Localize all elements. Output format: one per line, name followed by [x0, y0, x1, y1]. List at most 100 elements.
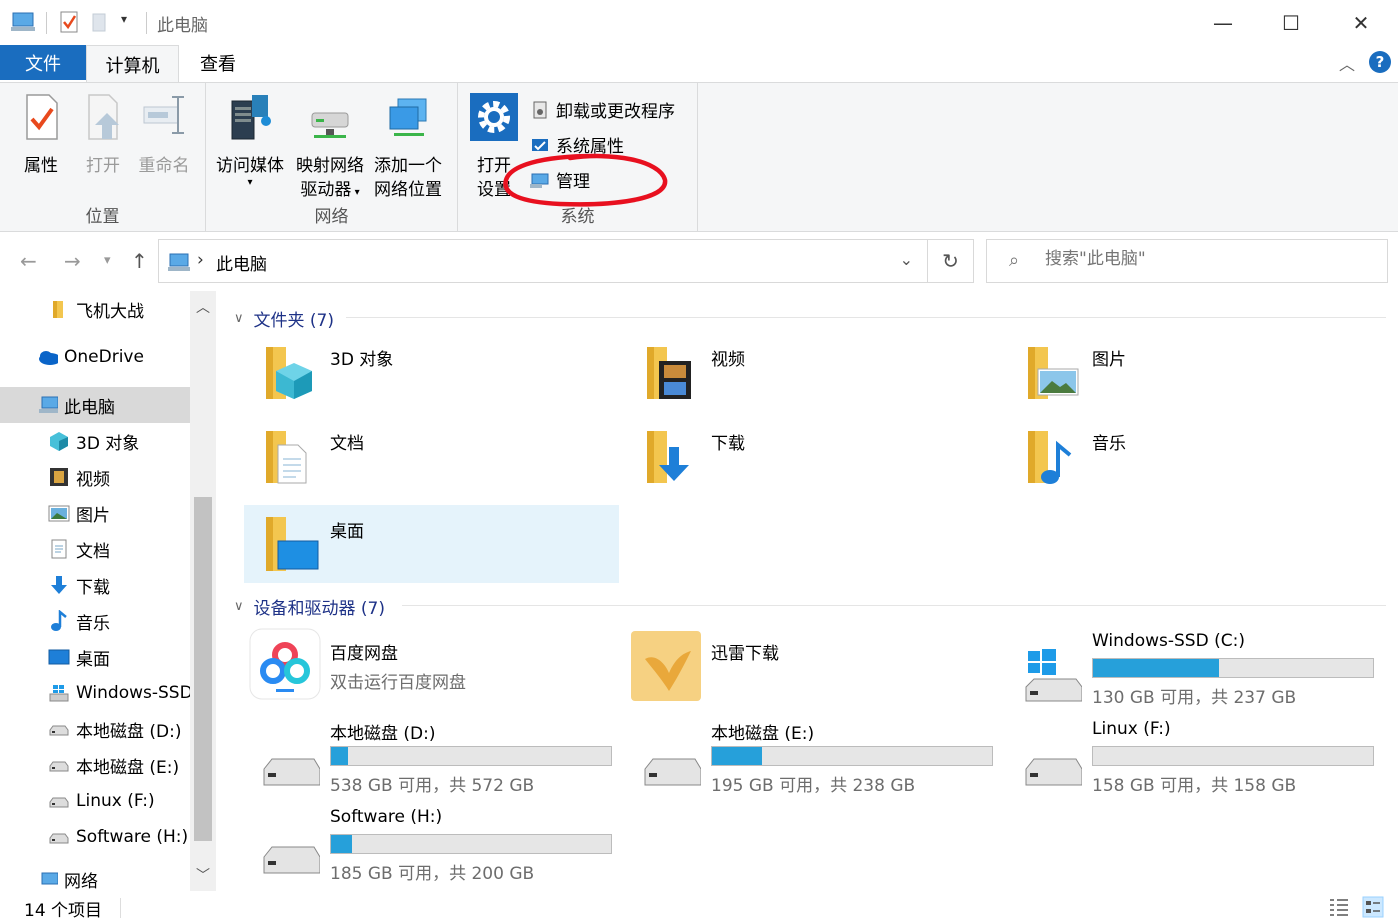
drive-tile-f[interactable]: Linux (F:) 158 GB 可用，共 158 GB [1006, 717, 1381, 796]
ribbon-group-network: 访问媒体 ▾ 映射网络 驱动器 ▾ 添加一个 网络位置 网络 [206, 83, 458, 231]
ribbon-group-location: 属性 打开 重命名 位置 [0, 83, 206, 231]
window-title: 此电脑 [157, 16, 208, 36]
this-pc-icon [39, 396, 58, 413]
drive-icon [263, 846, 320, 874]
help-button[interactable]: ? [1369, 51, 1391, 73]
back-arrow-icon[interactable]: ← [20, 249, 37, 273]
breadcrumb-chevron-icon[interactable]: › [197, 250, 204, 270]
network-drive-icon [311, 112, 349, 138]
rename-button[interactable]: 重命名 [134, 91, 194, 178]
windows-drive-icon [49, 685, 69, 702]
tab-computer[interactable]: 计算机 [86, 45, 179, 83]
sidebar-item-documents[interactable]: 文档 [0, 531, 190, 567]
drive-tile-d[interactable]: 本地磁盘 (D:) 538 GB 可用，共 572 GB [244, 717, 619, 796]
system-properties-button[interactable]: 系统属性 [530, 132, 624, 157]
uninstall-programs-button[interactable]: 卸载或更改程序 [530, 97, 675, 122]
sidebar-item-drive-f[interactable]: Linux (F:) [0, 783, 190, 819]
ribbon: 属性 打开 重命名 位置 访问媒体 ▾ 映射网络 驱动器 ▾ 添加一个 网络位置… [0, 82, 1398, 232]
sidebar-item-network[interactable]: 网络 [0, 867, 190, 891]
search-box[interactable]: ⌕ [986, 239, 1388, 283]
ribbon-group-label: 系统 [560, 207, 595, 227]
folder-tile-desktop[interactable]: 桌面 [244, 505, 619, 583]
sidebar-item-this-pc[interactable]: 此电脑 [0, 387, 190, 423]
add-network-location-icon [389, 98, 427, 136]
rename-icon [143, 96, 184, 134]
minimize-button[interactable]: — [1188, 0, 1258, 45]
sidebar-item-onedrive[interactable]: OneDrive [0, 339, 190, 375]
drive-tile-e[interactable]: 本地磁盘 (E:) 195 GB 可用，共 238 GB [625, 717, 1000, 796]
tiles-view-icon[interactable] [1362, 896, 1384, 918]
open-button[interactable]: 打开 [76, 91, 130, 178]
3d-objects-folder-icon [266, 347, 312, 399]
close-button[interactable]: ✕ [1326, 0, 1396, 45]
drive-icon [49, 761, 69, 772]
scrollbar-thumb[interactable] [194, 497, 212, 841]
scroll-down-icon[interactable]: ﹀ [190, 865, 216, 885]
pictures-icon [48, 505, 70, 522]
media-server-icon [231, 95, 271, 140]
folder-tile-3d-objects[interactable]: 3D 对象 [244, 333, 619, 411]
sidebar-item-windows-ssd[interactable]: Windows-SSD [0, 675, 190, 711]
up-arrow-icon[interactable]: ↑ [131, 249, 148, 273]
item-count: 14 个项目 [24, 901, 103, 921]
drive-usage-fill [331, 835, 352, 853]
recent-locations-chevron-icon[interactable]: ▾ [104, 253, 111, 268]
address-dropdown-icon[interactable]: ⌄ [900, 250, 913, 269]
baidu-netdisk-tile[interactable]: 百度网盘 双击运行百度网盘 [244, 627, 619, 705]
folder-tile-pictures[interactable]: 图片 [1006, 333, 1381, 411]
maximize-button[interactable]: ☐ [1256, 0, 1326, 45]
pictures-folder-icon [1028, 347, 1079, 399]
sidebar-scrollbar[interactable]: ︿ ﹀ [190, 291, 216, 891]
drive-tile-c[interactable]: Windows-SSD (C:) 130 GB 可用，共 237 GB [1006, 629, 1381, 708]
add-network-location-button[interactable]: 添加一个 网络位置 [370, 91, 446, 202]
drive-usage-fill [712, 747, 763, 765]
baidu-netdisk-icon [249, 628, 321, 700]
title-bar: ▾ 此电脑 — ☐ ✕ [0, 0, 1398, 45]
search-input[interactable] [1045, 249, 1365, 269]
access-media-button[interactable]: 访问媒体 ▾ [212, 91, 288, 188]
ribbon-group-label: 位置 [85, 207, 120, 227]
map-network-drive-button[interactable]: 映射网络 驱动器 ▾ [292, 91, 368, 205]
folder-tile-downloads[interactable]: 下载 [625, 417, 1000, 495]
sidebar-item-pictures[interactable]: 图片 [0, 495, 190, 531]
sidebar-item-drive-d[interactable]: 本地磁盘 (D:) [0, 711, 190, 747]
address-bar[interactable]: › 此电脑 ⌄ [158, 239, 928, 283]
folder-tile-videos[interactable]: 视频 [625, 333, 1000, 411]
sidebar-item-feiji[interactable]: 飞机大战 [0, 291, 190, 327]
downloads-icon [51, 576, 67, 594]
properties-button[interactable]: 属性 [14, 91, 68, 178]
manage-button[interactable]: 管理 [530, 167, 590, 192]
sidebar-item-videos[interactable]: 视频 [0, 459, 190, 495]
chevron-up-icon[interactable]: ︿ [1335, 51, 1359, 75]
folders-section-header[interactable]: ∨ 文件夹 (7) [234, 306, 334, 331]
new-folder-quick-icon[interactable] [90, 10, 110, 34]
sidebar-item-drive-e[interactable]: 本地磁盘 (E:) [0, 747, 190, 783]
xunlei-download-tile[interactable]: 迅雷下载 [625, 627, 1000, 705]
sidebar-item-music[interactable]: 音乐 [0, 603, 190, 639]
folder-tile-music[interactable]: 音乐 [1006, 417, 1381, 495]
tab-file[interactable]: 文件 [0, 45, 86, 80]
sidebar-item-downloads[interactable]: 下载 [0, 567, 190, 603]
status-bar: 14 个项目 [0, 891, 1398, 924]
customize-quick-access-icon[interactable]: ▾ [121, 12, 127, 26]
folder-tile-documents[interactable]: 文档 [244, 417, 619, 495]
drive-icon [49, 725, 69, 736]
breadcrumb[interactable]: 此电脑 [216, 250, 267, 275]
devices-section-header[interactable]: ∨ 设备和驱动器 (7) [234, 594, 385, 619]
sidebar-item-desktop[interactable]: 桌面 [0, 639, 190, 675]
open-settings-button[interactable]: 打开 设置 [466, 91, 522, 202]
details-view-icon[interactable] [1328, 896, 1350, 918]
refresh-button[interactable]: ↻ [928, 239, 974, 283]
video-icon [50, 468, 68, 486]
drive-tile-h[interactable]: Software (H:) 185 GB 可用，共 200 GB [244, 805, 619, 884]
sidebar-item-3d-objects[interactable]: 3D 对象 [0, 423, 190, 459]
desktop-folder-icon [266, 517, 319, 571]
properties-quick-icon[interactable] [58, 10, 80, 34]
scroll-up-icon[interactable]: ︿ [190, 297, 216, 317]
forward-arrow-icon[interactable]: → [64, 249, 81, 273]
tab-view[interactable]: 查看 [182, 45, 254, 80]
drive-usage-bar [1092, 746, 1374, 766]
ribbon-tabs: 文件 计算机 查看 ︿ ? [0, 45, 1398, 83]
sidebar-item-drive-h[interactable]: Software (H:) [0, 819, 190, 855]
windows-drive-icon [1025, 649, 1082, 702]
